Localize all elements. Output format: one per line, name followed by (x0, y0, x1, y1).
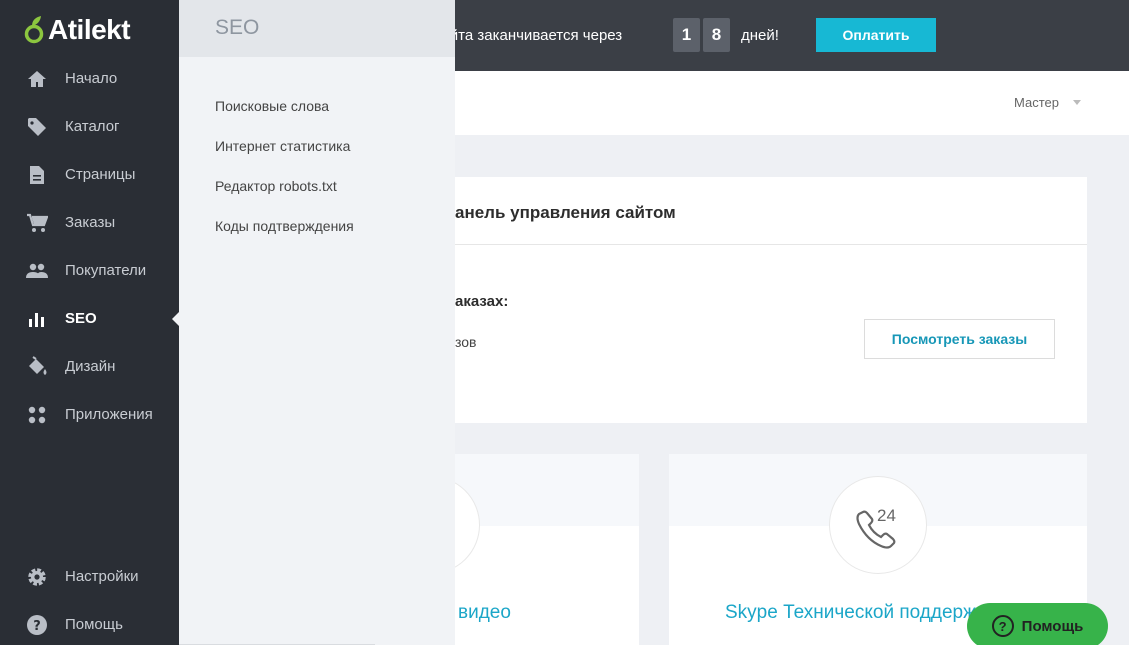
seo-flyout-menu: SEO Поисковые слова Интернет статистика … (179, 0, 455, 645)
sidebar: Atilekt Начало Каталог Страницы Заказы П… (0, 0, 179, 645)
flyout-header: SEO (179, 0, 455, 57)
bar-chart-icon (26, 309, 48, 329)
sidebar-item-home[interactable]: Начало (0, 59, 179, 99)
role-selector[interactable]: Мастер (1014, 95, 1081, 110)
help-icon: ? (26, 615, 48, 635)
sidebar-item-label: Страницы (65, 166, 136, 183)
gear-icon (26, 567, 48, 587)
apps-icon (26, 405, 48, 425)
paint-bucket-icon (26, 356, 48, 377)
pay-button[interactable]: Оплатить (816, 18, 936, 52)
help-button-label: Помощь (1021, 617, 1084, 635)
skype-badge: 24 (877, 506, 896, 525)
view-orders-button[interactable]: Посмотреть заказы (864, 319, 1055, 359)
orders-heading: аказах: (455, 293, 509, 310)
role-label: Мастер (1014, 95, 1059, 110)
sidebar-item-label: Заказы (65, 214, 116, 231)
sidebar-item-label: Покупатели (65, 262, 147, 279)
sidebar-item-label: Начало (65, 70, 118, 87)
flyout-title: SEO (215, 16, 260, 39)
cart-icon (26, 213, 48, 233)
flyout-item-robots-editor[interactable]: Редактор robots.txt (215, 178, 337, 194)
sidebar-item-pages[interactable]: Страницы (0, 155, 179, 195)
chevron-down-icon (1073, 100, 1081, 105)
flyout-item-search-keywords[interactable]: Поисковые слова (215, 98, 329, 114)
sidebar-item-orders[interactable]: Заказы (0, 203, 179, 243)
active-item-pointer (172, 312, 179, 326)
sidebar-item-label: Каталог (65, 118, 120, 135)
flyout-item-verification-codes[interactable]: Коды подтверждения (215, 218, 354, 234)
sidebar-item-catalog[interactable]: Каталог (0, 107, 179, 147)
sidebar-item-label: Дизайн (65, 358, 116, 375)
sidebar-item-apps[interactable]: Приложения (0, 395, 179, 435)
users-icon (26, 261, 48, 281)
days-digit-1: 1 (673, 18, 700, 52)
flyout-item-internet-statistics[interactable]: Интернет статистика (215, 138, 350, 154)
sidebar-item-label: Помощь (65, 616, 123, 633)
sidebar-item-label: SEO (65, 310, 97, 327)
sidebar-item-settings[interactable]: Настройки (0, 557, 179, 597)
brand-name: Atilekt (48, 14, 131, 45)
sidebar-item-design[interactable]: Дизайн (0, 347, 179, 387)
help-button[interactable]: ? Помощь (967, 603, 1108, 645)
svg-text:?: ? (33, 619, 41, 634)
sidebar-item-seo[interactable]: SEO (0, 299, 179, 339)
home-icon (26, 69, 48, 89)
page-icon (26, 165, 48, 185)
leaf-logo-icon (24, 16, 44, 44)
tag-icon (26, 117, 48, 137)
sidebar-item-label: Приложения (65, 406, 153, 423)
card-title: анель управления сайтом (455, 203, 676, 222)
orders-text: зов (455, 334, 477, 350)
skype-title[interactable]: Skype Технической поддержк (725, 602, 984, 624)
sidebar-item-help[interactable]: ? Помощь (0, 605, 179, 645)
question-icon: ? (991, 615, 1014, 637)
video-title[interactable]: видео (458, 602, 511, 624)
sidebar-item-label: Настройки (65, 568, 139, 585)
phone-24-icon: 24 (829, 476, 927, 574)
sidebar-item-customers[interactable]: Покупатели (0, 251, 179, 291)
days-digit-2: 8 (703, 18, 730, 52)
brand-logo[interactable]: Atilekt (24, 14, 131, 46)
days-label: дней! (741, 27, 779, 44)
